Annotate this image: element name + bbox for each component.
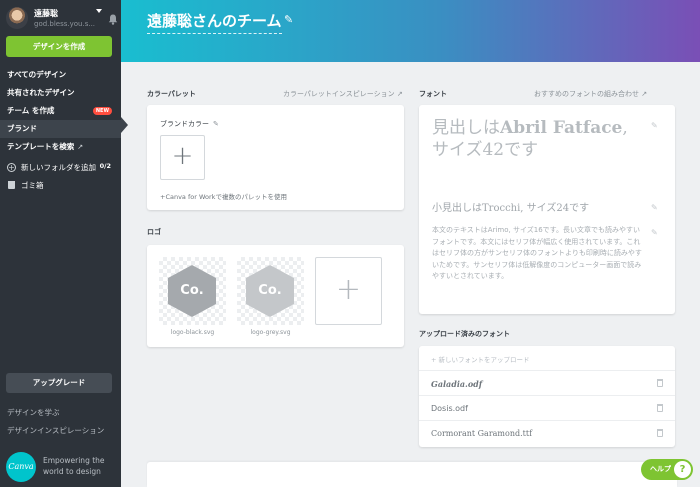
multiple-palettes-note[interactable]: +Canva for Workで複数のパレットを使用	[160, 191, 287, 201]
team-title[interactable]: 遠藤聡さんのチーム	[147, 10, 282, 34]
bell-icon[interactable]	[108, 14, 118, 25]
sidebar-nav: すべてのデザイン 共有されたデザイン チーム を作成 NEW ブランド テンプレー…	[0, 66, 121, 156]
logo-tile[interactable]: Co.	[237, 257, 304, 325]
font-row[interactable]: Galadia.odf	[419, 371, 675, 396]
trash-label: ゴミ箱	[21, 181, 44, 190]
pencil-icon[interactable]: ✎	[213, 120, 219, 128]
pencil-icon[interactable]: ✎	[284, 13, 293, 26]
logo-tile[interactable]: Co.	[159, 257, 226, 325]
sidebar-item-all-designs[interactable]: すべてのデザイン	[0, 66, 121, 84]
font-row[interactable]: Dosis.odf	[419, 396, 675, 421]
sidebar: 遠藤聡 god.bless.you.s... デザインを作成 すべてのデザイン …	[0, 0, 121, 487]
trash-icon[interactable]	[657, 379, 663, 387]
sidebar-item-shared-designs[interactable]: 共有されたデザイン	[0, 84, 121, 102]
design-inspiration-link[interactable]: デザインインスピレーション	[7, 425, 104, 436]
sidebar-item-label: 共有されたデザイン	[7, 88, 75, 97]
font-file-name: Dosis.odf	[431, 404, 468, 413]
external-link-icon: ↗	[77, 143, 84, 151]
tagline: Empowering the world to design	[43, 456, 105, 476]
sidebar-item-create-team[interactable]: チーム を作成 NEW	[0, 102, 121, 120]
sidebar-item-label: チーム を作成	[7, 106, 55, 115]
heading-prefix: 見出しは	[432, 118, 500, 138]
chevron-down-icon[interactable]	[96, 9, 102, 13]
plus-circle-icon: +	[7, 163, 16, 172]
trash-icon	[8, 181, 15, 189]
pencil-icon[interactable]: ✎	[651, 121, 658, 130]
sidebar-item-label: テンプレートを検索	[7, 142, 75, 151]
fonts-label: フォント	[419, 90, 447, 98]
uploaded-fonts-card: + 新しいフォントをアップロード Galadia.odf Dosis.odf C…	[419, 346, 675, 447]
font-file-name: Galadia.odf	[431, 379, 483, 389]
logos-label: ロゴ	[147, 228, 161, 236]
logos-card: Co. logo-black.svg Co. logo-grey.svg +	[147, 245, 404, 347]
color-palette-label: カラーパレット	[147, 90, 196, 98]
help-label: ヘルプ	[650, 465, 671, 473]
help-button[interactable]: ヘルプ ?	[641, 459, 693, 480]
profile-name: 遠藤聡	[34, 9, 58, 18]
logo-hexagon: Co.	[168, 265, 216, 317]
question-icon: ?	[674, 461, 691, 478]
logo-hexagon: Co.	[246, 265, 294, 317]
add-color-button[interactable]: +	[160, 135, 205, 180]
add-logo-button[interactable]: +	[315, 257, 382, 325]
avatar[interactable]	[6, 7, 28, 29]
upgrade-button[interactable]: アップグレード	[6, 373, 112, 393]
trash-icon[interactable]	[657, 429, 663, 437]
color-palette-card: ブランドカラー ✎ + +Canva for Workで複数のパレットを使用	[147, 105, 404, 210]
palette-inspiration-link[interactable]: カラーパレットインスピレーション ↗	[283, 89, 403, 99]
logo-caption: logo-grey.svg	[250, 329, 291, 336]
folder-count: 0/2	[99, 162, 111, 170]
brand-colors-text: ブランドカラー	[160, 120, 209, 128]
upload-font-row[interactable]: + 新しいフォントをアップロード	[419, 346, 675, 371]
font-pairings-link[interactable]: おすすめのフォントの組み合わせ ↗	[534, 89, 647, 99]
sidebar-item-trash[interactable]: ゴミ箱	[7, 179, 113, 193]
profile-menu[interactable]: 遠藤聡 god.bless.you.s...	[6, 6, 118, 32]
new-badge: NEW	[92, 107, 112, 115]
create-design-button[interactable]: デザインを作成	[6, 36, 112, 57]
body-font-sample[interactable]: 本文のテキストはArimo, サイズ16です。長い文章でも読みやすいフォントです…	[432, 225, 645, 283]
font-row[interactable]: Cormorant Garamond.ttf	[419, 421, 675, 446]
fonts-card: 見出しはAbril Fatface, サイズ42です ✎ 小見出しはTrocch…	[419, 105, 675, 314]
pencil-icon[interactable]: ✎	[651, 203, 658, 212]
profile-email: god.bless.you.s...	[34, 20, 96, 28]
bottom-card-edge	[147, 462, 677, 487]
sidebar-item-label: すべてのデザイン	[7, 70, 67, 79]
sidebar-item-label: ブランド	[7, 124, 37, 133]
sidebar-item-brand[interactable]: ブランド	[0, 120, 121, 138]
logo-caption: logo-black.svg	[170, 329, 215, 336]
add-folder-button[interactable]: + 新しいフォルダを追加 0/2	[7, 161, 113, 175]
brand-colors-label: ブランドカラー ✎	[160, 119, 219, 129]
sidebar-item-find-templates[interactable]: テンプレートを検索 ↗	[0, 138, 121, 156]
heading-font-name: Abril Fatface	[500, 118, 623, 138]
subheading-font-sample[interactable]: 小見出しはTrocchi, サイズ24です	[432, 199, 589, 214]
active-item-pointer	[121, 117, 128, 133]
team-header: 遠藤聡さんのチーム ✎	[121, 0, 700, 62]
font-file-name: Cormorant Garamond.ttf	[431, 429, 533, 438]
learn-design-link[interactable]: デザインを学ぶ	[7, 407, 60, 418]
add-folder-label: 新しいフォルダを追加	[21, 163, 96, 172]
heading-font-sample[interactable]: 見出しはAbril Fatface, サイズ42です	[432, 117, 642, 161]
trash-icon[interactable]	[657, 404, 663, 412]
uploaded-fonts-label: アップロード済みのフォント	[419, 330, 510, 338]
upload-font-link[interactable]: + 新しいフォントをアップロード	[431, 354, 530, 364]
pencil-icon[interactable]: ✎	[651, 228, 658, 237]
canva-logo[interactable]: Canva	[6, 452, 36, 482]
